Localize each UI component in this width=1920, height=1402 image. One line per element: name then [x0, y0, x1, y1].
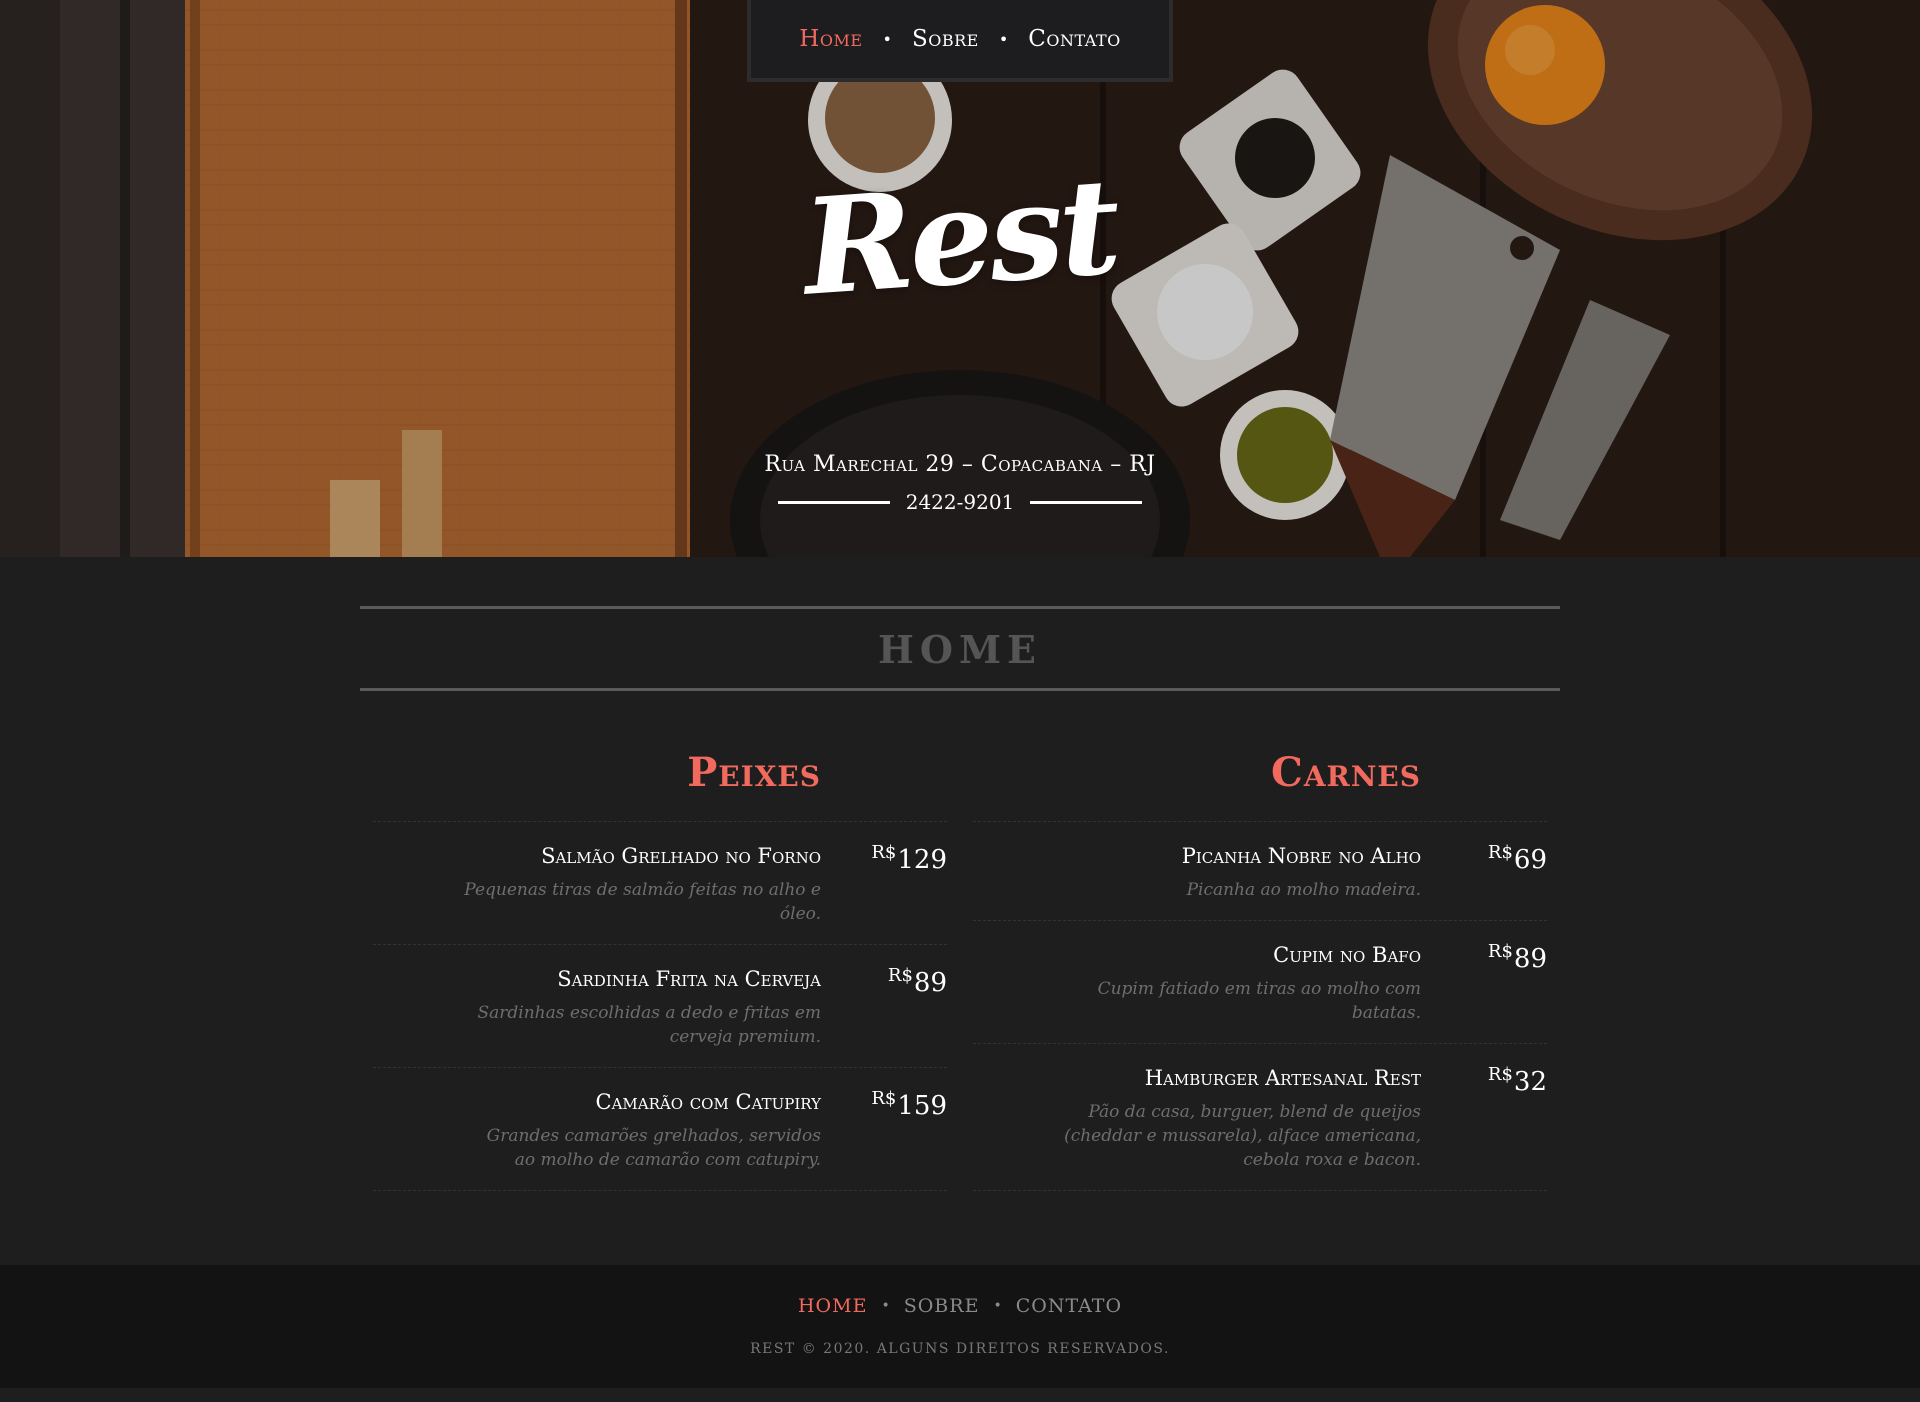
price-value: 129 — [897, 845, 947, 875]
decorative-line-right — [1030, 500, 1142, 504]
price-value: 32 — [1513, 1067, 1547, 1097]
menu-item-name: Picanha Nobre no Alho — [1181, 844, 1421, 868]
menu-item: Salmão Grelhado no Forno Pequenas tiras … — [373, 822, 947, 945]
footer-separator: • — [881, 1298, 890, 1314]
price-value: 89 — [1513, 944, 1547, 974]
footer-separator: • — [993, 1298, 1002, 1314]
page-bottom-strip — [0, 1388, 1920, 1402]
category-title: Carnes — [1271, 749, 1421, 796]
menu-item: Cupim no Bafo Cupim fatiado em tiras ao … — [973, 921, 1547, 1044]
nav-separator: • — [998, 29, 1009, 49]
menu-item: Picanha Nobre no Alho Picanha ao molho m… — [973, 822, 1547, 921]
menu-item: Camarão com Catupiry Grandes camarões gr… — [373, 1068, 947, 1191]
restaurant-phone: 2422-9201 — [905, 490, 1015, 514]
price-currency: R$ — [1487, 1064, 1513, 1085]
menu-item: Sardinha Frita na Cerveja Sardinhas esco… — [373, 945, 947, 1068]
menu-item-name: Hamburger Artesanal Rest — [1144, 1066, 1421, 1090]
category-title: Peixes — [687, 749, 821, 796]
menu-item-list: Picanha Nobre no Alho Picanha ao molho m… — [973, 821, 1547, 1191]
nav-link-home[interactable]: Home — [799, 26, 862, 52]
menu-item-price: R$129 — [871, 842, 947, 875]
footer-link-contato[interactable]: CONTATO — [1016, 1295, 1122, 1317]
menu-item-description: Pão da casa, burguer, blend de queijos (… — [1064, 1102, 1421, 1170]
phone-row: 2422-9201 — [778, 490, 1142, 514]
price-currency: R$ — [871, 842, 897, 863]
copyright-text: REST © 2020. ALGUNS DIREITOS RESERVADOS. — [750, 1341, 1170, 1357]
menu-section: HOME Peixes Salmão Grelhado no Forno Peq… — [0, 557, 1920, 1265]
nav-link-sobre[interactable]: Sobre — [912, 26, 979, 52]
price-currency: R$ — [871, 1088, 897, 1109]
price-currency: R$ — [1487, 941, 1513, 962]
menu-item-price: R$159 — [871, 1088, 947, 1121]
page-footer: HOME • SOBRE • CONTATO REST © 2020. ALGU… — [0, 1265, 1920, 1388]
price-currency: R$ — [1487, 842, 1513, 863]
menu-category-carnes: Carnes Picanha Nobre no Alho Picanha ao … — [973, 749, 1547, 1191]
footer-link-home[interactable]: HOME — [798, 1295, 867, 1317]
nav-link-contato[interactable]: Contato — [1028, 26, 1120, 52]
section-title: HOME — [877, 627, 1043, 672]
price-currency: R$ — [887, 965, 913, 986]
menu-item-price: R$69 — [1488, 842, 1547, 875]
price-value: 89 — [913, 968, 947, 998]
menu-item-description: Sardinhas escolhidas a dedo e fritas em … — [477, 1003, 822, 1047]
section-rule-bottom — [360, 688, 1560, 691]
menu-item-name: Salmão Grelhado no Forno — [541, 844, 821, 868]
menu-item-name: Cupim no Bafo — [1273, 943, 1421, 967]
nav-separator: • — [882, 29, 892, 49]
menu-item-list: Salmão Grelhado no Forno Pequenas tiras … — [373, 821, 947, 1191]
hero-banner: Home • Sobre • Contato Rest Rua Marechal… — [0, 0, 1920, 557]
top-navigation: Home • Sobre • Contato — [747, 0, 1173, 82]
section-rule-top — [360, 606, 1560, 609]
menu-item-price: R$89 — [1488, 941, 1547, 974]
menu-item-price: R$89 — [888, 965, 947, 998]
restaurant-address: Rua Marechal 29 – Copacabana – RJ — [764, 452, 1156, 477]
menu-item-name: Sardinha Frita na Cerveja — [557, 967, 821, 991]
menu-item-description: Pequenas tiras de salmão feitas no alho … — [464, 880, 821, 924]
menu-item-description: Cupim fatiado em tiras ao molho com bata… — [1097, 979, 1421, 1023]
brand-logo: Rest — [798, 149, 1122, 326]
price-value: 69 — [1513, 845, 1547, 875]
menu-item-description: Grandes camarões grelhados, servidos ao … — [486, 1126, 821, 1170]
menu-item-price: R$32 — [1488, 1064, 1547, 1097]
menu-category-peixes: Peixes Salmão Grelhado no Forno Pequenas… — [373, 749, 947, 1191]
decorative-line-left — [778, 500, 890, 504]
menu-item-description: Picanha ao molho madeira. — [1186, 880, 1421, 900]
price-value: 159 — [897, 1091, 947, 1121]
footer-link-sobre[interactable]: SOBRE — [904, 1295, 980, 1317]
menu-item-name: Camarão com Catupiry — [595, 1090, 821, 1114]
footer-navigation: HOME • SOBRE • CONTATO — [0, 1295, 1920, 1317]
menu-item: Hamburger Artesanal Rest Pão da casa, bu… — [973, 1044, 1547, 1191]
